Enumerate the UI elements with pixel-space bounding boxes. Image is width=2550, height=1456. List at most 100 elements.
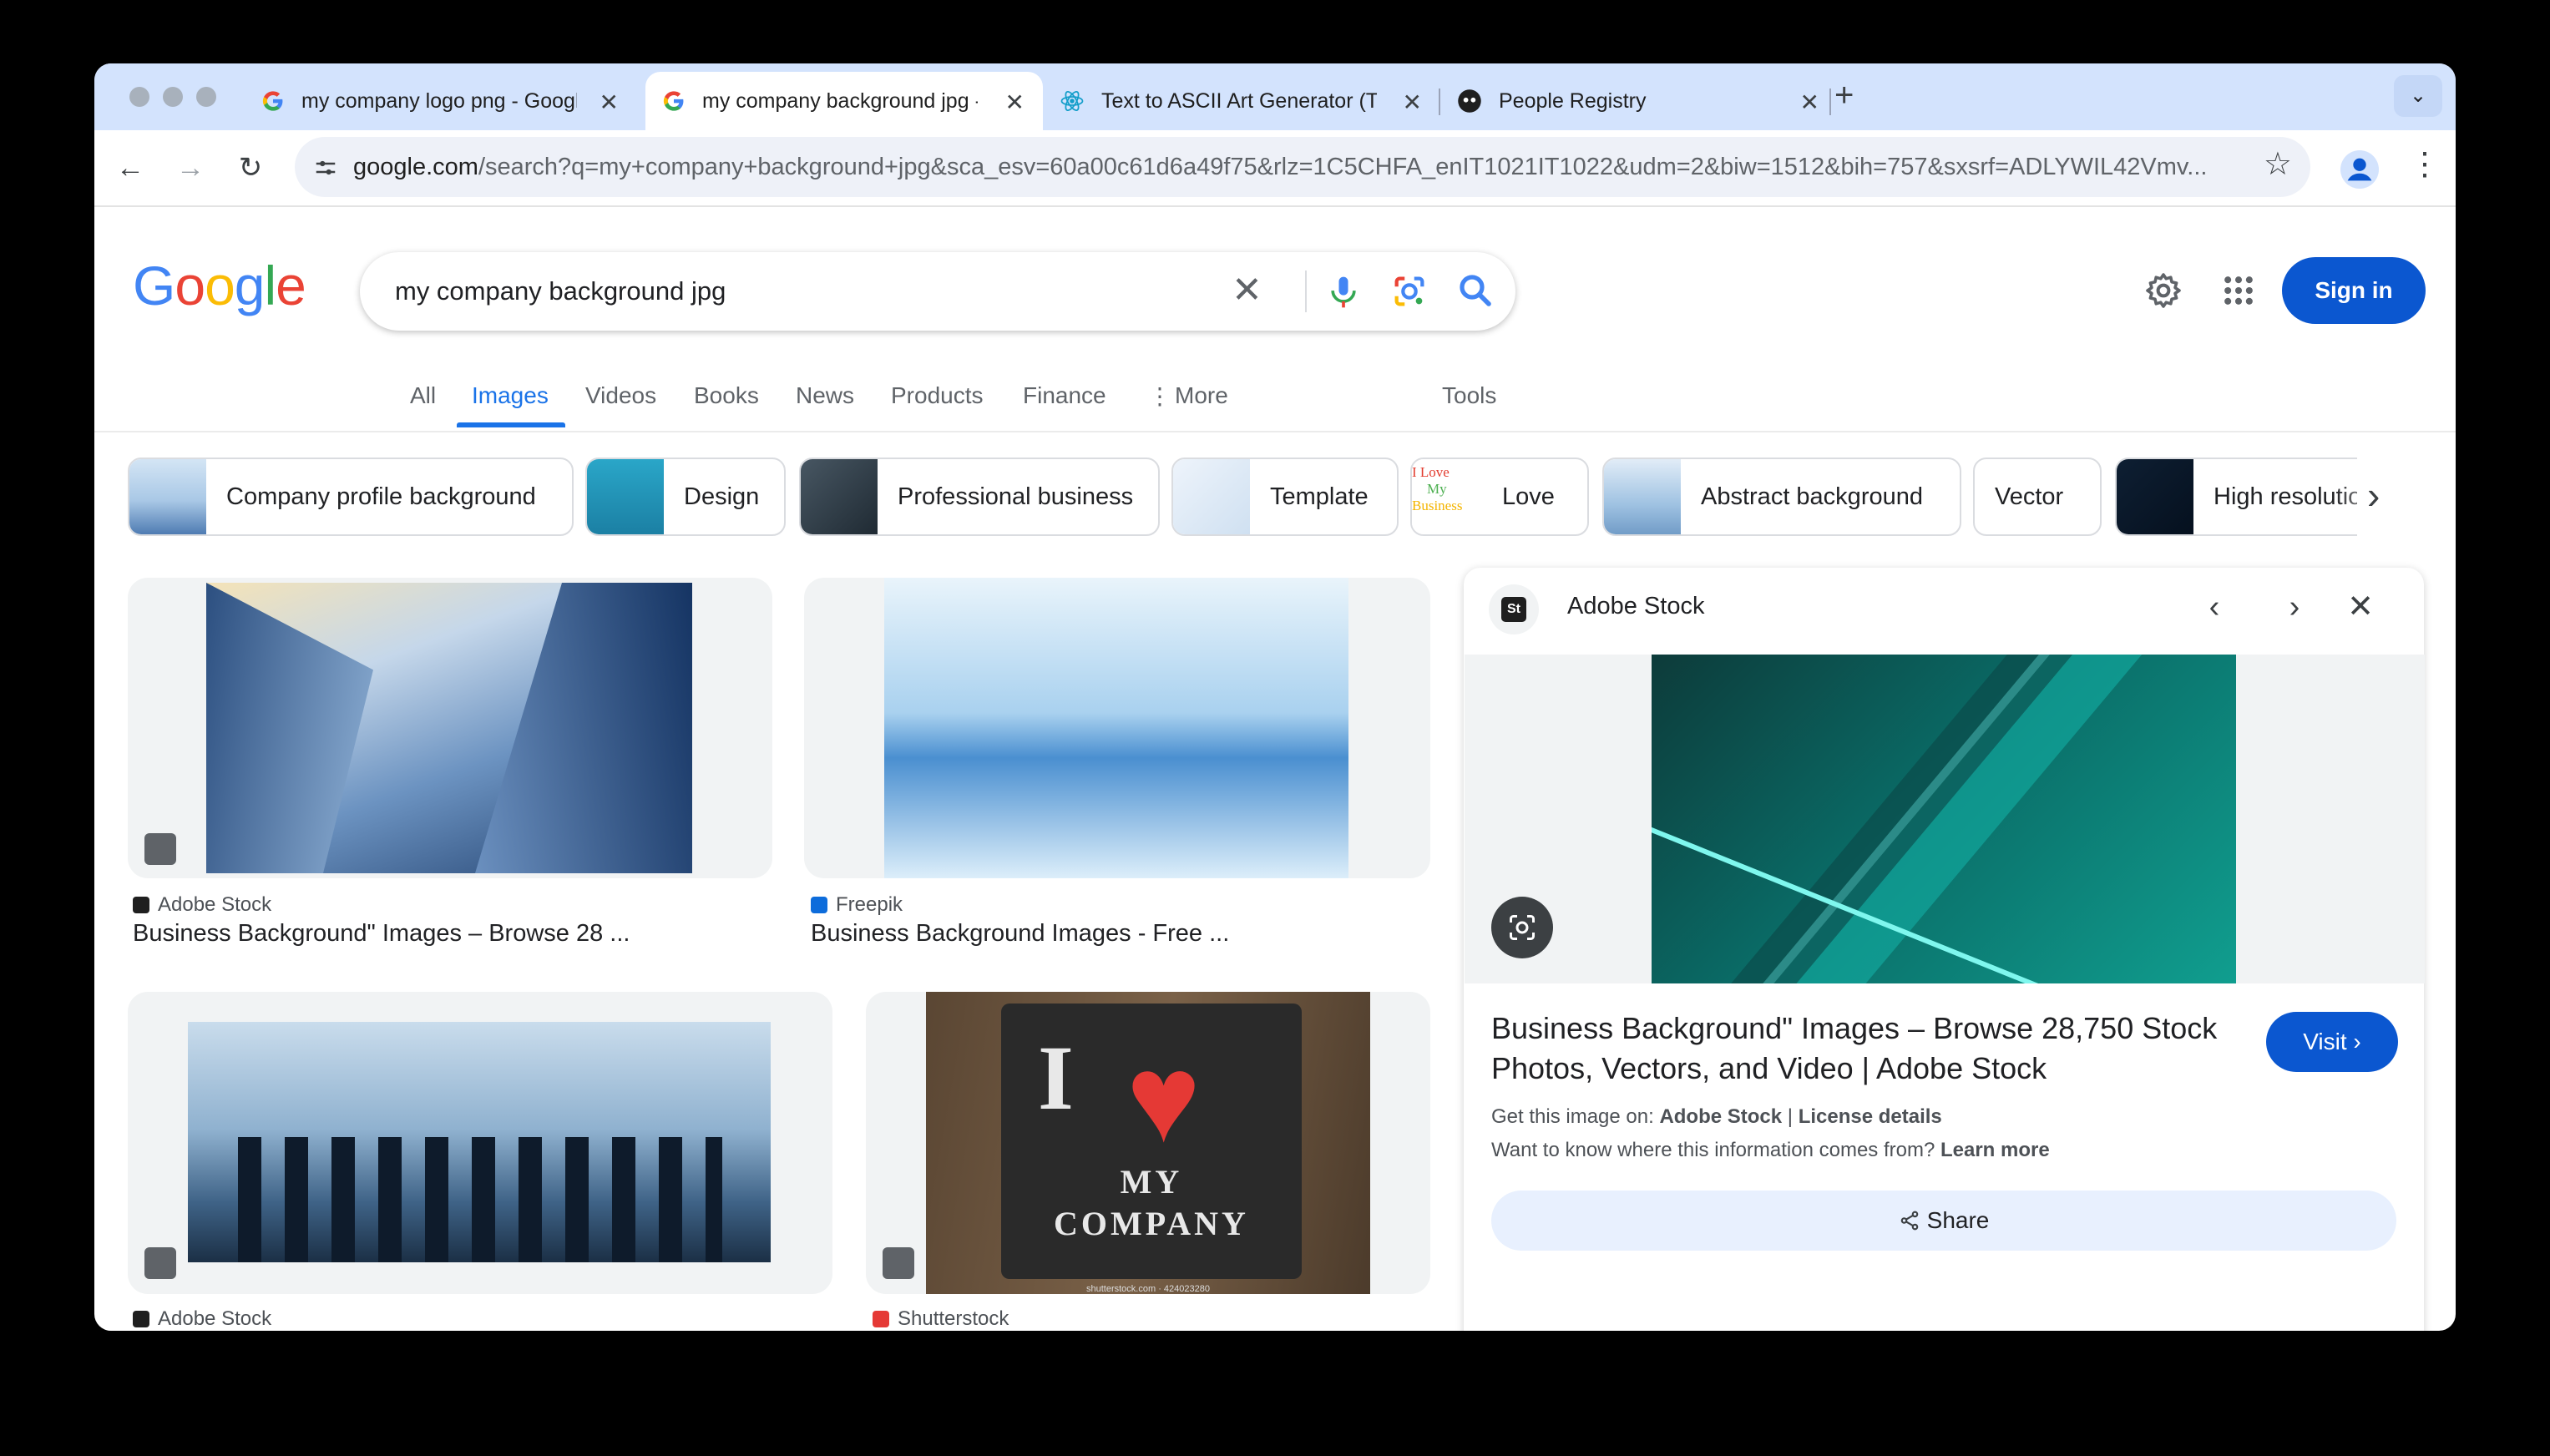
forward-arrow-icon[interactable]: →	[169, 147, 211, 189]
tab-books[interactable]: Books	[694, 382, 759, 409]
chip-label: Abstract background	[1701, 483, 1923, 510]
share-label: Share	[1926, 1207, 1990, 1233]
chip-label: Company profile background	[226, 483, 536, 510]
next-chevron-icon[interactable]: ›	[2274, 586, 2315, 628]
chip-thumbnail	[1173, 459, 1250, 534]
google-icon	[663, 91, 684, 111]
tab-all[interactable]: All	[410, 382, 436, 409]
adobe-stock-favicon-icon	[133, 897, 149, 913]
url-text: google.com/search?q=my+company+backgroun…	[353, 137, 2240, 197]
previous-chevron-icon[interactable]: ‹	[2193, 586, 2235, 628]
settings-gear-icon[interactable]	[2143, 270, 2183, 311]
result-source[interactable]: Adobe Stock	[133, 1307, 271, 1331]
profile-avatar-icon[interactable]	[2340, 150, 2379, 189]
close-window-button[interactable]	[129, 87, 149, 107]
visit-button[interactable]: Visit ›	[2266, 1012, 2398, 1072]
learn-more-link[interactable]: Learn more	[1940, 1139, 2050, 1161]
chip-template[interactable]: Template	[1171, 458, 1399, 536]
result-source[interactable]: Freepik	[811, 893, 903, 917]
minimize-window-button[interactable]	[163, 87, 183, 107]
close-tab-icon[interactable]: ✕	[1800, 88, 1819, 116]
get-image-line: Get this image on: Adobe Stock | License…	[1491, 1105, 1942, 1129]
silhouettes-shape	[238, 1137, 722, 1262]
panel-source-name[interactable]: Adobe Stock	[1567, 593, 1704, 620]
url-host: google.com	[353, 154, 478, 180]
google-logo[interactable]: Google	[133, 254, 306, 317]
voice-search-icon[interactable]	[1325, 272, 1362, 312]
separator: |	[1782, 1105, 1799, 1128]
chip-label: High resolution	[2214, 483, 2357, 510]
google-lens-icon[interactable]	[1390, 272, 1429, 311]
new-tab-icon[interactable]: +	[1834, 77, 1854, 114]
result-title[interactable]: Business Background" Images – Browse 28 …	[133, 920, 630, 948]
reload-icon[interactable]: ↻	[230, 147, 271, 189]
tab-1[interactable]: my company logo png - Google Search ✕	[245, 72, 637, 130]
lens-search-icon[interactable]	[1491, 897, 1553, 958]
close-tab-icon[interactable]: ✕	[1403, 88, 1422, 116]
google-icon	[262, 91, 283, 111]
chip-label: Design	[684, 483, 760, 510]
back-arrow-icon[interactable]: ←	[109, 147, 151, 189]
chip-company-profile-background[interactable]: Company profile background	[128, 458, 574, 536]
info-line: Want to know where this information come…	[1491, 1139, 2050, 1162]
tab-3[interactable]: Text to ASCII Art Generator (TAAG) ✕	[1043, 72, 1440, 130]
tab-products[interactable]: Products	[891, 382, 984, 409]
bookmark-star-icon[interactable]: ☆	[2264, 145, 2292, 183]
chip-design[interactable]: Design	[585, 458, 786, 536]
get-source-link[interactable]: Adobe Stock	[1659, 1105, 1782, 1128]
tab-2-active[interactable]: my company background jpg - Google Searc…	[645, 72, 1043, 130]
close-tab-icon[interactable]: ✕	[600, 88, 619, 116]
share-button[interactable]: Share	[1491, 1191, 2396, 1251]
result-image-card[interactable]: I ♥ MY COMPANY shutterstock.com · 424023…	[866, 992, 1430, 1294]
maximize-window-button[interactable]	[196, 87, 216, 107]
tab-more[interactable]: More	[1175, 382, 1228, 409]
result-title[interactable]: Business Background Images - Free ...	[811, 920, 1229, 948]
tools-button[interactable]: Tools	[1442, 382, 1496, 409]
result-source[interactable]: Adobe Stock	[133, 893, 271, 917]
result-image-card[interactable]	[128, 578, 772, 878]
sign-in-button[interactable]: Sign in	[2282, 257, 2426, 324]
close-tab-icon[interactable]: ✕	[1005, 88, 1025, 116]
chip-professional-business[interactable]: Professional business	[799, 458, 1160, 536]
site-info-icon[interactable]	[313, 155, 338, 180]
info-question: Want to know where this information come…	[1491, 1139, 1940, 1161]
tab-images[interactable]: Images	[472, 382, 549, 409]
url-path: /search?q=my+company+background+jpg&sca_…	[478, 154, 2208, 180]
search-input[interactable]: my company background jpg	[395, 252, 726, 331]
result-image-card[interactable]	[128, 992, 832, 1294]
chip-label: Professional business	[898, 483, 1134, 510]
result-source-name: Adobe Stock	[158, 893, 272, 916]
chip-vector[interactable]: Vector	[1973, 458, 2102, 536]
result-image-card[interactable]	[804, 578, 1430, 878]
tab-finance[interactable]: Finance	[1023, 382, 1106, 409]
tab-news[interactable]: News	[796, 382, 854, 409]
chips-next-chevron-icon[interactable]: ›	[2367, 473, 2380, 518]
chip-thumbnail	[1604, 459, 1681, 534]
search-box[interactable]: my company background jpg ✕	[360, 252, 1515, 331]
address-bar[interactable]: google.com/search?q=my+company+backgroun…	[295, 137, 2310, 197]
clear-search-icon[interactable]: ✕	[1232, 269, 1262, 311]
browser-menu-icon[interactable]: ⋮	[2409, 145, 2441, 183]
more-dots-icon[interactable]: ⋮	[1148, 382, 1171, 410]
panel-title[interactable]: Business Background" Images – Browse 28,…	[1491, 1009, 2259, 1089]
chip-thumbnail	[587, 459, 664, 534]
apps-grid-icon[interactable]	[2220, 272, 2257, 309]
visit-label: Visit	[2303, 1029, 2347, 1054]
search-divider	[1305, 270, 1307, 312]
browser-toolbar: ← → ↻ google.com/search?q=my+company+bac…	[94, 130, 2456, 207]
result-image	[188, 1022, 771, 1262]
result-source[interactable]: Shutterstock	[873, 1307, 1009, 1331]
close-panel-icon[interactable]: ✕	[2340, 586, 2381, 628]
image-badge-icon	[144, 833, 176, 865]
result-source-name: Freepik	[836, 893, 903, 916]
thumbnail-text: I Love	[1412, 464, 1450, 480]
chip-love[interactable]: I Love My Business Love	[1410, 458, 1589, 536]
panel-preview-image[interactable]	[1652, 655, 2236, 983]
tab-search-chevron-icon[interactable]: ⌄	[2394, 75, 2442, 117]
search-icon[interactable]	[1455, 270, 1495, 311]
license-details-link[interactable]: License details	[1799, 1105, 1942, 1128]
tab-videos[interactable]: Videos	[585, 382, 656, 409]
chip-high-resolution[interactable]: High resolution	[2115, 458, 2357, 536]
tab-4[interactable]: People Registry ✕	[1440, 72, 1838, 130]
chip-abstract-background[interactable]: Abstract background	[1602, 458, 1961, 536]
